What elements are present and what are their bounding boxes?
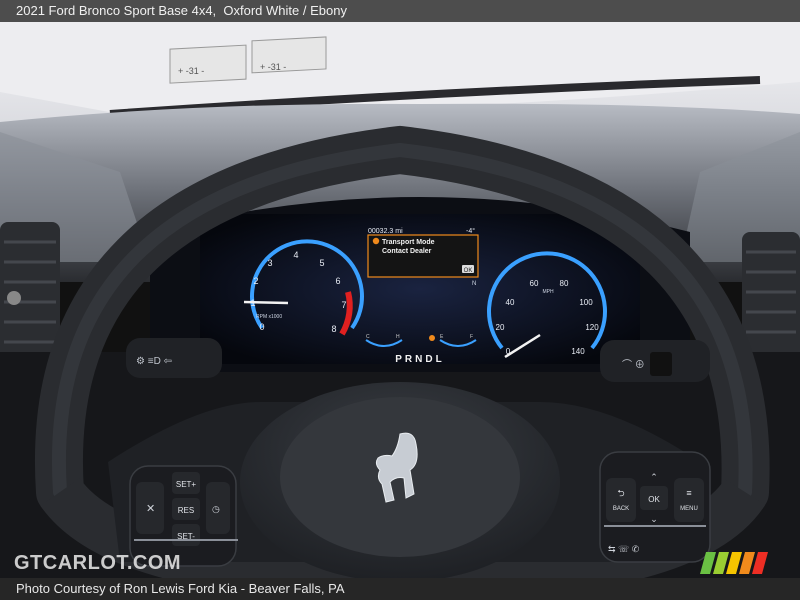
fuel-warning-icon [429,335,435,341]
menu-button[interactable]: ≡ MENU [674,478,704,522]
warning-icon [372,237,380,245]
svg-text:80: 80 [560,279,569,288]
tach-needle [243,300,289,305]
svg-text:◷: ◷ [212,504,220,514]
svg-text:✕: ✕ [146,503,155,515]
svg-text:⮌: ⮌ [617,488,624,498]
svg-text:F: F [470,334,473,340]
photo-credit: Photo Courtesy of Ron Lewis Ford Kia - B… [16,581,345,596]
page-title: 2021 Ford Bronco Sport Base 4x4, Oxford … [16,3,347,18]
svg-text:60: 60 [530,279,539,288]
windshield-sticker: + -31 - [251,36,327,74]
svg-text:2: 2 [253,276,258,286]
svg-text:-4°: -4° [466,227,475,235]
svg-text:+ -31 -: + -31 - [260,62,286,72]
interior-photo-svg: + -31 - + -31 - 0 2 3 4 5 6 7 8 RPM x100… [0,22,800,578]
svg-text:6: 6 [335,276,340,286]
svg-text:5: 5 [319,258,324,268]
svg-text:8: 8 [331,324,336,334]
windshield-sticker: + -31 - [169,44,247,84]
cruise-resume-button[interactable]: RES [172,498,200,520]
svg-text:7: 7 [341,300,346,310]
svg-text:⚙ ≡D ⇦: ⚙ ≡D ⇦ [136,356,172,367]
wiper-stalk: ⌒ ⊕ [600,340,710,382]
svg-text:120: 120 [585,323,599,332]
svg-text:OK: OK [464,268,473,274]
svg-text:MPH: MPH [542,289,554,295]
svg-text:BACK: BACK [613,506,629,512]
svg-text:RES: RES [178,506,194,515]
svg-text:0: 0 [259,322,264,332]
svg-text:140: 140 [571,347,585,356]
svg-text:+ -31 -: + -31 - [178,66,204,76]
svg-text:MENU: MENU [680,506,698,512]
svg-text:00032.3 mi: 00032.3 mi [368,228,403,235]
svg-text:3: 3 [267,258,272,268]
svg-text:⇆ ☏ ✆: ⇆ ☏ ✆ [608,544,640,554]
vehicle-photo: + -31 - + -31 - 0 2 3 4 5 6 7 8 RPM x100… [0,22,800,578]
svg-text:4: 4 [293,250,298,260]
svg-text:N: N [472,281,476,287]
svg-text:C: C [366,334,370,340]
svg-text:⌒ ⊕: ⌒ ⊕ [622,359,645,371]
photo-credit-bar: Photo Courtesy of Ron Lewis Ford Kia - B… [0,578,800,600]
svg-text:RPM x1000: RPM x1000 [256,314,282,320]
back-button[interactable]: ⮌ BACK [606,478,636,522]
ok-button[interactable]: OK [640,486,668,510]
svg-text:Contact Dealer: Contact Dealer [382,248,432,255]
svg-text:H: H [396,334,400,340]
svg-text:OK: OK [648,495,660,504]
air-vent-left [0,222,60,372]
title-bar: 2021 Ford Bronco Sport Base 4x4, Oxford … [0,0,800,22]
svg-text:20: 20 [496,323,505,332]
svg-text:100: 100 [579,298,593,307]
cruise-set-minus-button[interactable]: SET- [172,524,200,546]
svg-text:PRNDL: PRNDL [395,354,444,365]
cruise-control-buttons: ✕ SET+ RES SET- ◷ [129,465,238,567]
svg-text:40: 40 [506,298,515,307]
svg-text:≡: ≡ [686,488,691,498]
headlight-stalk: ⚙ ≡D ⇦ [126,338,222,378]
up-arrow-icon[interactable]: ⌃ [650,472,658,482]
menu-control-buttons: ⮌ BACK OK ⌃ ⌄ ≡ MENU ⇆ ☏ ✆ [599,451,711,563]
watermark: GTCARLOT.COM [14,552,182,574]
brand-stripes [700,552,768,574]
down-arrow-icon[interactable]: ⌄ [650,514,658,524]
svg-text:SET+: SET+ [176,480,197,489]
svg-text:Transport Mode: Transport Mode [382,239,435,246]
cruise-set-plus-button[interactable]: SET+ [172,472,200,494]
